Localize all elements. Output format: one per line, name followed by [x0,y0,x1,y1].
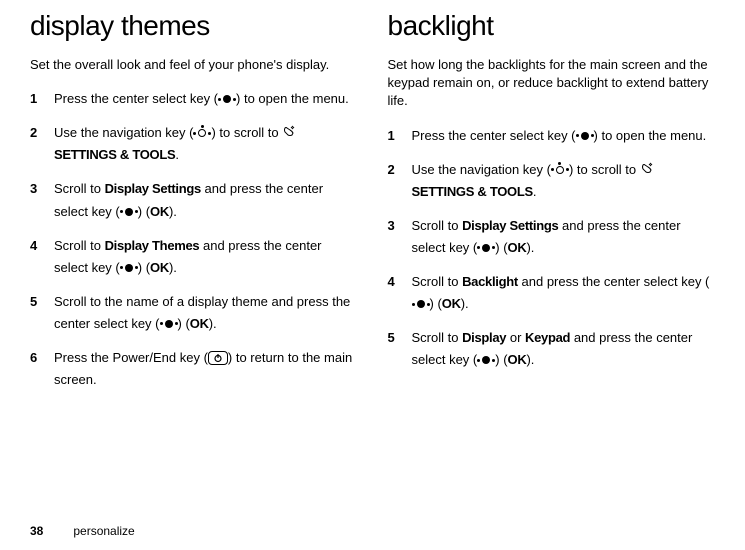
center-select-icon [218,94,236,104]
heading-backlight: backlight [388,10,716,42]
ok-label: OK [508,240,527,255]
center-select-icon [412,299,430,309]
center-select-icon [576,131,594,141]
center-select-icon [160,319,178,329]
ok-label: OK [150,204,169,219]
center-select-icon [477,243,495,253]
intro-text: Set the overall look and feel of your ph… [30,56,358,74]
tools-icon [282,124,296,138]
left-column: display themes Set the overall look and … [30,10,358,403]
step-6: Press the Power/End key () to return to … [30,347,358,391]
step-5: Scroll to Display or Keypad and press th… [388,327,716,371]
center-select-icon [120,263,138,273]
content-columns: display themes Set the overall look and … [30,10,715,403]
step-4: Scroll to Backlight and press the center… [388,271,716,315]
display-themes-label: Display Themes [105,238,200,253]
page-number: 38 [30,524,43,538]
display-settings-label: Display Settings [105,181,201,196]
page-footer: 38 personalize [30,524,135,538]
center-select-icon [477,355,495,365]
steps-list: Press the center select key () to open t… [30,88,358,391]
right-column: backlight Set how long the backlights fo… [388,10,716,403]
navigation-key-icon [193,127,211,139]
intro-text: Set how long the backlights for the main… [388,56,716,111]
settings-tools-label: SETTINGS & TOOLS [54,147,175,162]
ok-label: OK [442,296,461,311]
display-label: Display [462,330,506,345]
step-1: Press the center select key () to open t… [30,88,358,110]
heading-display-themes: display themes [30,10,358,42]
display-settings-label: Display Settings [462,218,558,233]
step-3: Scroll to Display Settings and press the… [388,215,716,259]
step-4: Scroll to Display Themes and press the c… [30,235,358,279]
tools-icon [640,161,654,175]
step-1: Press the center select key () to open t… [388,125,716,147]
navigation-key-icon [551,164,569,176]
ok-label: OK [190,316,209,331]
step-5: Scroll to the name of a display theme an… [30,291,358,335]
ok-label: OK [150,260,169,275]
step-2: Use the navigation key () to scroll to S… [388,159,716,203]
power-end-key-icon [208,351,228,365]
center-select-icon [120,207,138,217]
keypad-label: Keypad [525,330,570,345]
section-name: personalize [73,524,134,538]
step-3: Scroll to Display Settings and press the… [30,178,358,222]
ok-label: OK [508,352,527,367]
backlight-label: Backlight [462,274,518,289]
step-2: Use the navigation key () to scroll to S… [30,122,358,166]
settings-tools-label: SETTINGS & TOOLS [412,184,533,199]
steps-list: Press the center select key () to open t… [388,125,716,372]
